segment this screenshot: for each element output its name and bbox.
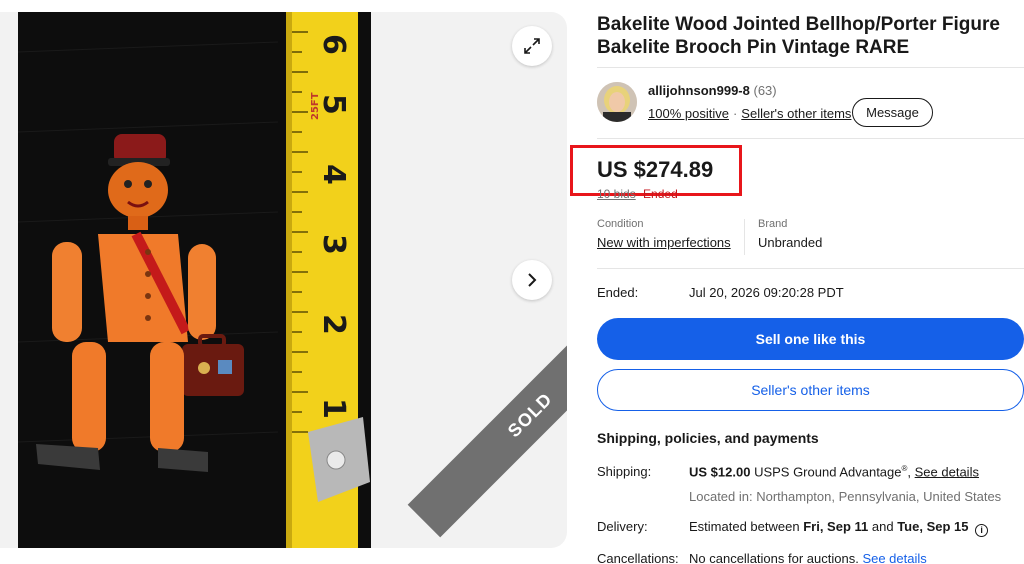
cancellations-label: Cancellations:	[597, 551, 679, 564]
delivery-start: Fri, Sep 11	[803, 519, 869, 534]
seller-name[interactable]: allijohnson999-8	[648, 83, 750, 98]
ended-label: Ended:	[597, 285, 639, 300]
cancellations-value: No cancellations for auctions. See detai…	[689, 551, 927, 564]
divider	[597, 268, 1024, 269]
delivery-prefix: Estimated between	[689, 519, 800, 534]
shipping-heading: Shipping, policies, and payments	[597, 430, 819, 446]
item-specifics: Condition New with imperfections Brand U…	[597, 218, 1024, 258]
brand-label: Brand	[758, 218, 788, 230]
registered-mark: ®	[901, 464, 908, 473]
tape-number: 3	[316, 234, 351, 255]
cancellations-text: No cancellations for auctions.	[689, 551, 859, 564]
avatar-image	[597, 82, 637, 122]
brand: Brand Unbranded	[758, 218, 822, 250]
tape-number: 1	[316, 398, 351, 419]
sold-ribbon: SOLD	[407, 292, 567, 538]
divider	[597, 67, 1024, 68]
delivery-value: Estimated between Fri, Sep 11 and Tue, S…	[689, 519, 989, 537]
feedback-count: (63)	[753, 83, 777, 98]
seller-avatar[interactable]	[597, 82, 637, 122]
vertical-divider	[744, 219, 745, 255]
tape-measure: 6 5 4 3 2 1 25FT	[286, 12, 370, 548]
cancellations-details-link[interactable]: See details	[862, 551, 926, 564]
sold-label: SOLD	[503, 388, 556, 441]
shipping-price: US $12.00	[689, 464, 751, 480]
message-button[interactable]: Message	[852, 98, 933, 127]
divider	[597, 138, 1024, 139]
shipping-label: Shipping:	[597, 464, 652, 479]
item-photo[interactable]: 6 5 4 3 2 1 25FT	[18, 12, 371, 548]
sell-one-like-this-button[interactable]: Sell one like this	[597, 318, 1024, 360]
image-gallery: 6 5 4 3 2 1 25FT SOLD	[0, 12, 567, 548]
next-image-button[interactable]	[512, 260, 552, 300]
item-title: Bakelite Wood Jointed Bellhop/Porter Fig…	[597, 14, 1000, 58]
condition: Condition New with imperfections	[597, 218, 731, 250]
seller-name-row: allijohnson999-8 (63)	[648, 83, 777, 98]
brand-value: Unbranded	[758, 235, 823, 250]
tape-number: 4	[316, 164, 351, 185]
item-photo-drawing: 6 5 4 3 2 1 25FT	[18, 12, 371, 548]
shipping-value: US $12.00 USPS Ground Advantage®, See de…	[689, 464, 979, 480]
tape-number: 6	[316, 34, 351, 55]
auction-status: Ended	[643, 187, 678, 201]
tape-number: 5	[316, 94, 351, 115]
tape-brand: 25FT	[310, 92, 321, 120]
positive-feedback-link[interactable]: 100% positive	[648, 106, 729, 121]
condition-label: Condition	[597, 218, 644, 230]
separator-dot: ·	[732, 106, 738, 121]
ended-value: Jul 20, 2026 09:20:28 PDT	[689, 285, 844, 300]
shipping-details-link[interactable]: See details	[915, 464, 979, 479]
chevron-right-icon	[528, 273, 537, 287]
expand-icon	[524, 38, 540, 54]
delivery-label: Delivery:	[597, 519, 648, 534]
shipping-service: USPS Ground Advantage	[754, 464, 902, 480]
bids-status: 10 bids Ended	[597, 187, 678, 201]
seller-other-items-link[interactable]: Seller's other items	[741, 106, 851, 121]
price: US $274.89	[597, 157, 714, 182]
bids-link[interactable]: 10 bids	[597, 187, 636, 201]
delivery-and: and	[871, 519, 894, 534]
expand-image-button[interactable]	[512, 26, 552, 66]
seller-other-items-button[interactable]: Seller's other items	[597, 369, 1024, 411]
seller-links: 100% positive · Seller's other items	[648, 106, 851, 121]
info-icon[interactable]: i	[975, 524, 989, 537]
seller-card: allijohnson999-8 (63) 100% positive · Se…	[597, 82, 1024, 127]
condition-value[interactable]: New with imperfections	[597, 235, 731, 250]
tape-number: 2	[316, 314, 351, 335]
delivery-end: Tue, Sep 15	[897, 519, 969, 534]
item-location: Located in: Northampton, Pennsylvania, U…	[689, 489, 1002, 504]
